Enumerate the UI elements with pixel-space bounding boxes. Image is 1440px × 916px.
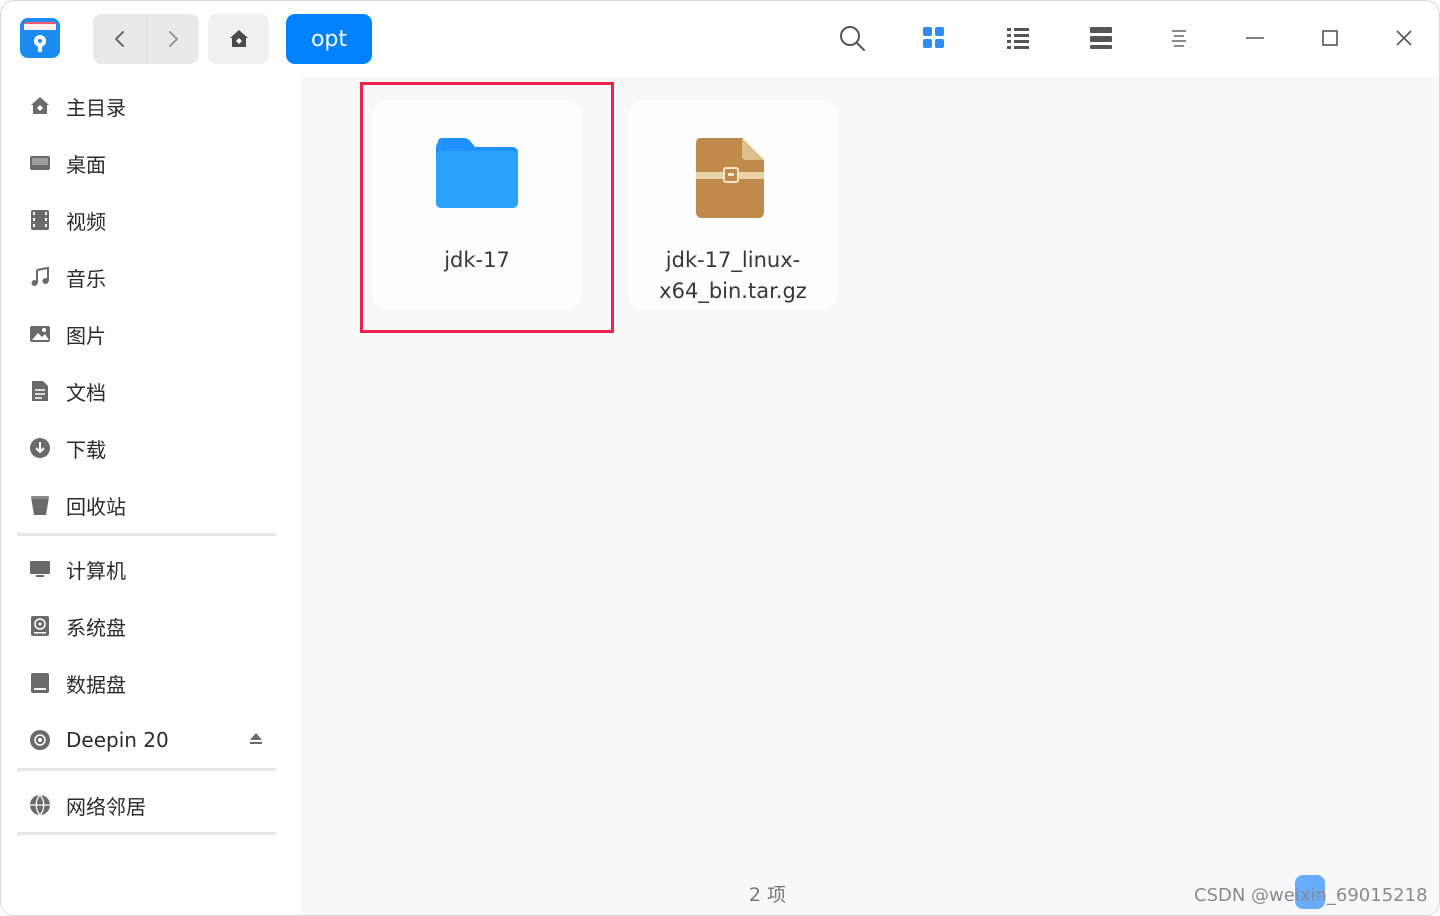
sidebar-item-label: 系统盘 xyxy=(66,615,126,640)
file-manager-window: opt 主目录 桌面 视频 音乐 图片 文档 下载 回收站 计算机 系统盘 数据… xyxy=(0,0,1440,916)
pictures-icon xyxy=(17,312,63,356)
sidebar-item-music[interactable]: 音乐 xyxy=(17,255,275,299)
file-name-line: jdk-17_linux- xyxy=(665,248,801,272)
home-icon xyxy=(17,84,63,128)
sidebar-item-label: 数据盘 xyxy=(66,672,126,697)
sidebar-item-label: 图片 xyxy=(66,323,106,348)
sidebar-item-trash[interactable]: 回收站 xyxy=(17,483,275,527)
sidebar-item-home[interactable]: 主目录 xyxy=(17,84,275,128)
sidebar-item-label: 下载 xyxy=(66,437,106,462)
system-disk-icon xyxy=(17,604,63,648)
file-name-line: x64_bin.tar.gz xyxy=(659,279,807,303)
file-item-archive[interactable]: jdk-17_linux- x64_bin.tar.gz xyxy=(628,100,838,310)
eject-icon[interactable] xyxy=(249,730,263,749)
sidebar-item-label: 视频 xyxy=(66,209,106,234)
sidebar-item-pictures[interactable]: 图片 xyxy=(17,312,275,356)
chevron-right-icon xyxy=(169,31,178,47)
data-disk-icon xyxy=(17,661,63,705)
sidebar-item-label: 音乐 xyxy=(66,266,106,291)
document-icon xyxy=(17,369,63,413)
video-icon xyxy=(17,198,63,242)
sidebar-item-label: 文档 xyxy=(66,380,106,405)
sidebar-item-label: 桌面 xyxy=(66,152,106,177)
breadcrumb-current-folder[interactable]: opt xyxy=(286,14,372,64)
selection-highlight-box xyxy=(360,82,614,333)
home-icon xyxy=(229,30,248,47)
app-logo-icon xyxy=(18,16,62,60)
sidebar: 主目录 桌面 视频 音乐 图片 文档 下载 回收站 计算机 系统盘 数据盘 De… xyxy=(1,77,301,915)
trash-icon xyxy=(17,483,63,527)
download-icon xyxy=(17,426,63,470)
sidebar-item-label: 回收站 xyxy=(66,494,126,519)
sidebar-item-downloads[interactable]: 下载 xyxy=(17,426,275,470)
sidebar-item-network[interactable]: 网络邻居 xyxy=(17,783,275,827)
sidebar-item-label: 主目录 xyxy=(66,95,126,120)
titlebar: opt xyxy=(1,1,1439,77)
optical-disc-icon xyxy=(17,718,63,762)
sidebar-item-computer[interactable]: 计算机 xyxy=(17,547,275,591)
network-icon xyxy=(17,783,63,827)
sidebar-item-label: 网络邻居 xyxy=(66,794,146,819)
file-name: jdk-17_linux- x64_bin.tar.gz xyxy=(628,245,838,307)
home-breadcrumb-button[interactable] xyxy=(208,14,269,64)
watermark-text: CSDN @weixin_69015218 xyxy=(1194,885,1428,906)
computer-icon xyxy=(17,547,63,591)
archive-file-icon xyxy=(694,136,766,224)
forward-button[interactable] xyxy=(146,14,199,64)
chevron-left-icon xyxy=(114,31,124,47)
icon-view-icon[interactable] xyxy=(919,23,949,53)
desktop-icon xyxy=(17,141,63,185)
sidebar-item-desktop[interactable]: 桌面 xyxy=(17,141,275,185)
sidebar-item-label: 计算机 xyxy=(66,558,126,583)
close-icon[interactable] xyxy=(1389,23,1419,53)
maximize-icon[interactable] xyxy=(1315,23,1345,53)
music-icon xyxy=(17,255,63,299)
item-count-status: 2 项 xyxy=(748,884,787,906)
sidebar-divider xyxy=(17,832,276,835)
sidebar-item-deepin-20[interactable]: Deepin 20 xyxy=(17,718,275,762)
sidebar-item-documents[interactable]: 文档 xyxy=(17,369,275,413)
sidebar-item-video[interactable]: 视频 xyxy=(17,198,275,242)
file-view: jdk-17 jdk-17_linux- x64_bin.tar.gz 2 项 … xyxy=(301,77,1439,915)
sidebar-item-data-disk[interactable]: 数据盘 xyxy=(17,661,275,705)
detail-view-icon[interactable] xyxy=(1086,23,1116,53)
sidebar-divider xyxy=(17,768,276,771)
search-icon[interactable] xyxy=(837,23,867,53)
sidebar-item-system-disk[interactable]: 系统盘 xyxy=(17,604,275,648)
back-button[interactable] xyxy=(93,14,146,64)
navigation-buttons xyxy=(93,14,199,64)
list-view-icon[interactable] xyxy=(1003,23,1033,53)
sidebar-divider xyxy=(17,533,276,536)
sidebar-item-label: Deepin 20 xyxy=(66,728,169,752)
minimize-icon[interactable] xyxy=(1240,23,1270,53)
menu-icon[interactable] xyxy=(1164,23,1194,53)
